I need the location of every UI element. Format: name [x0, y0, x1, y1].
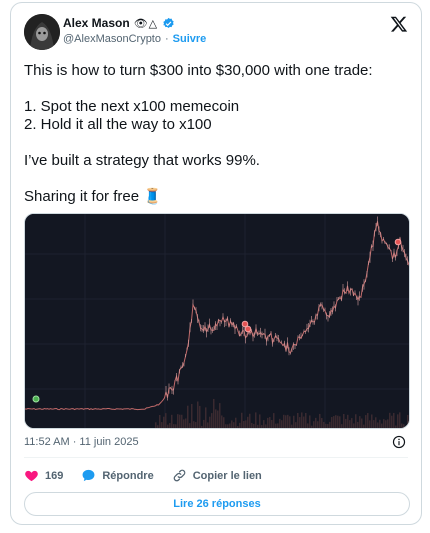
x-logo-icon[interactable]: [390, 15, 408, 33]
handle-separator: ·: [164, 33, 169, 45]
name-emojis: 👁△: [133, 17, 159, 30]
follow-button[interactable]: Suivre: [173, 33, 207, 45]
sell-marker: [394, 238, 402, 246]
verified-badge-icon: [163, 17, 174, 28]
copy-link-button[interactable]: Copier le lien: [172, 468, 262, 483]
read-replies-button[interactable]: Lire 26 réponses: [24, 492, 410, 516]
sell-marker: [244, 325, 252, 333]
tweet-text: This is how to turn $300 into $30,000 wi…: [24, 62, 373, 205]
avatar[interactable]: [24, 14, 60, 50]
link-icon: [173, 469, 185, 482]
heart-icon: [25, 470, 38, 482]
divider: [24, 457, 408, 458]
tweet-timestamp[interactable]: 11:52 AM · 11 juin 2025: [24, 436, 139, 448]
info-icon[interactable]: [392, 435, 406, 449]
tweet-card[interactable]: Alex Mason 👁△ @AlexMasonCrypto · Suivre …: [10, 2, 422, 525]
reply-label: Répondre: [102, 469, 154, 482]
author-handle[interactable]: @AlexMasonCrypto: [63, 33, 161, 45]
chart-image[interactable]: [24, 213, 410, 429]
reply-bubble-icon: [82, 469, 95, 482]
price-chart-image: [25, 214, 409, 428]
like-button[interactable]: 169: [24, 468, 63, 483]
like-count: 169: [45, 469, 64, 482]
copy-link-label: Copier le lien: [192, 469, 262, 482]
author-name[interactable]: Alex Mason: [63, 16, 130, 30]
reply-button[interactable]: Répondre: [81, 468, 154, 483]
buy-marker: [32, 395, 40, 403]
